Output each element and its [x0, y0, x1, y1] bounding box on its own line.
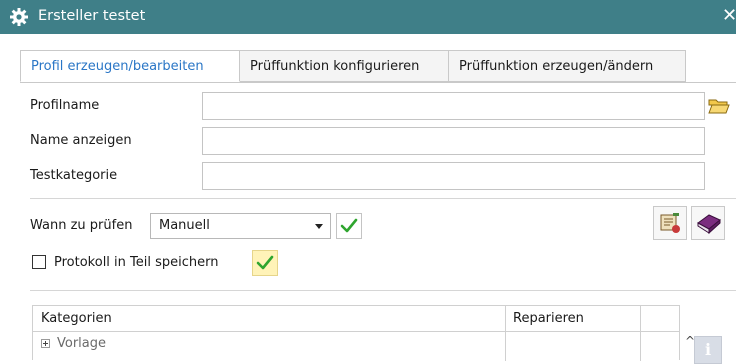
column-header-repair[interactable]: Reparieren: [513, 311, 584, 326]
gear-icon: [10, 8, 28, 26]
tab-configure-check[interactable]: Prüffunktion konfigurieren: [239, 50, 449, 82]
edit-script-button[interactable]: [653, 206, 687, 240]
info-icon: i: [705, 340, 712, 359]
display-name-label: Name anzeigen: [30, 133, 132, 148]
chevron-down-icon: [315, 224, 323, 229]
book-icon: [697, 214, 721, 235]
column-header-categories[interactable]: Kategorien: [41, 311, 112, 326]
categories-table: Kategorien Reparieren Vorlage ^: [32, 305, 695, 361]
profile-name-label: Profilname: [30, 98, 100, 113]
title-bar: Ersteller testet ✕: [0, 0, 736, 34]
window-title: Ersteller testet: [38, 8, 146, 24]
tab-profile-edit[interactable]: Profil erzeugen/bearbeiten: [20, 50, 240, 82]
expand-plus-icon[interactable]: [41, 339, 50, 348]
confirm-when-button[interactable]: [336, 213, 362, 239]
save-log-checkbox[interactable]: [32, 255, 46, 269]
confirm-log-button[interactable]: [252, 250, 278, 276]
open-folder-icon[interactable]: [708, 97, 730, 115]
checkmark-icon: [340, 218, 358, 233]
when-check-select[interactable]: Manuell: [150, 213, 331, 239]
checkmark-icon: [256, 255, 274, 270]
display-name-field[interactable]: [202, 127, 705, 155]
book-button[interactable]: [691, 206, 725, 240]
test-category-label: Testkategorie: [30, 168, 118, 183]
section-divider: [30, 198, 736, 199]
section-divider: [30, 290, 736, 291]
tab-create-check[interactable]: Prüffunktion erzeugen/ändern: [448, 50, 686, 82]
scroll-tool-icon: [660, 213, 680, 233]
close-icon[interactable]: ✕: [722, 5, 736, 26]
test-category-field[interactable]: [202, 162, 705, 190]
table-row[interactable]: Vorlage: [33, 332, 679, 356]
when-check-value: Manuell: [159, 218, 210, 233]
save-log-label: Protokoll in Teil speichern: [54, 255, 219, 270]
table-header: Kategorien Reparieren: [33, 306, 679, 332]
when-check-label: Wann zu prüfen: [30, 218, 133, 233]
row-category: Vorlage: [57, 336, 107, 351]
profile-name-field[interactable]: [202, 92, 705, 120]
